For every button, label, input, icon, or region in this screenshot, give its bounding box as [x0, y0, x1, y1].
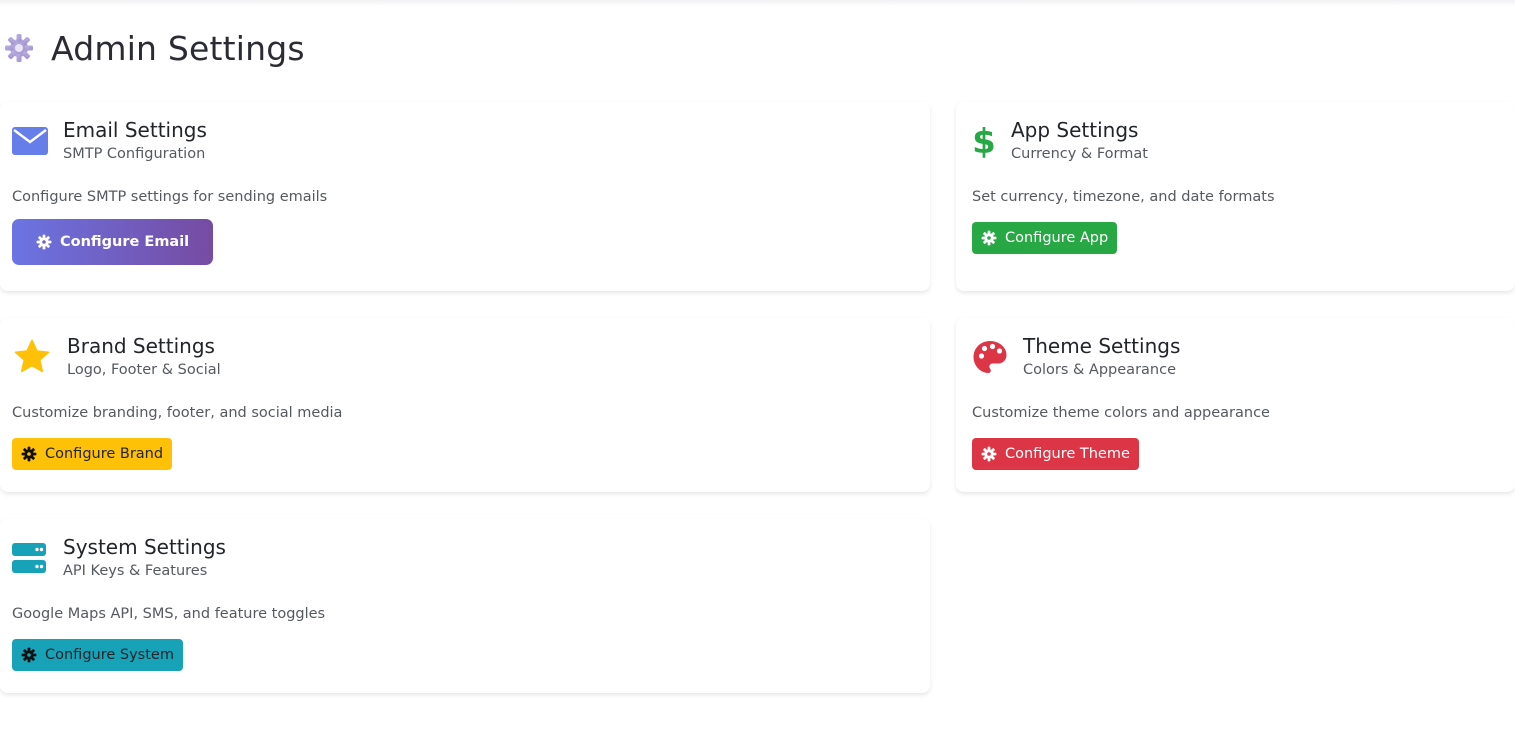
card-header: Brand Settings Logo, Footer & Social — [12, 333, 918, 381]
button-label: Configure Theme — [1005, 446, 1130, 462]
gear-icon — [36, 234, 52, 250]
theme-settings-card: Theme Settings Colors & Appearance Custo… — [956, 318, 1515, 492]
card-description: Customize branding, footer, and social m… — [12, 405, 343, 421]
card-title: System Settings — [63, 535, 226, 559]
page-header: Admin Settings — [2, 26, 305, 70]
card-header: $ App Settings Currency & Format — [972, 117, 1503, 165]
configure-brand-button[interactable]: Configure Brand — [12, 438, 173, 470]
configure-system-button[interactable]: Configure System — [12, 639, 183, 671]
card-title: Brand Settings — [67, 334, 215, 358]
button-label: Configure Brand — [45, 446, 164, 462]
server-icon — [12, 538, 48, 578]
gear-icon — [21, 647, 37, 663]
gear-icon — [21, 446, 37, 462]
gear-icon — [981, 446, 997, 462]
button-label: Configure System — [45, 647, 174, 663]
dollar-icon: $ — [972, 121, 996, 161]
admin-settings-page: Admin Settings Email Settings SMTP Confi… — [0, 0, 1515, 733]
button-label: Configure App — [1005, 230, 1109, 246]
svg-text:$: $ — [972, 122, 996, 160]
star-icon — [12, 337, 52, 377]
card-subtitle: API Keys & Features — [63, 563, 208, 579]
card-description: Customize theme colors and appearance — [972, 405, 1270, 421]
button-label: Configure Email — [60, 234, 190, 250]
top-shadow — [0, 0, 1515, 6]
brand-settings-card: Brand Settings Logo, Footer & Social Cus… — [0, 318, 930, 492]
envelope-icon — [12, 121, 48, 161]
configure-app-button[interactable]: Configure App — [972, 222, 1118, 254]
gear-icon — [981, 230, 997, 246]
card-subtitle: SMTP Configuration — [63, 146, 206, 162]
card-title: Theme Settings — [1023, 334, 1181, 358]
configure-email-button[interactable]: Configure Email — [12, 219, 214, 265]
configure-theme-button[interactable]: Configure Theme — [972, 438, 1139, 470]
card-subtitle: Currency & Format — [1011, 146, 1148, 162]
gear-icon — [2, 31, 36, 65]
card-header: System Settings API Keys & Features — [12, 534, 918, 582]
card-subtitle: Colors & Appearance — [1023, 362, 1177, 378]
app-settings-card: $ App Settings Currency & Format Set cur… — [956, 102, 1515, 291]
card-header: Theme Settings Colors & Appearance — [972, 333, 1503, 381]
card-description: Google Maps API, SMS, and feature toggle… — [12, 606, 326, 622]
system-settings-card: System Settings API Keys & Features Goog… — [0, 519, 930, 693]
card-description: Set currency, timezone, and date formats — [972, 189, 1275, 205]
email-settings-card: Email Settings SMTP Configuration Config… — [0, 102, 930, 291]
card-description: Configure SMTP settings for sending emai… — [12, 189, 328, 205]
page-title: Admin Settings — [51, 28, 305, 68]
card-title: Email Settings — [63, 118, 207, 142]
card-title: App Settings — [1011, 118, 1139, 142]
card-subtitle: Logo, Footer & Social — [67, 362, 221, 378]
palette-icon — [972, 337, 1008, 377]
card-header: Email Settings SMTP Configuration — [12, 117, 918, 165]
